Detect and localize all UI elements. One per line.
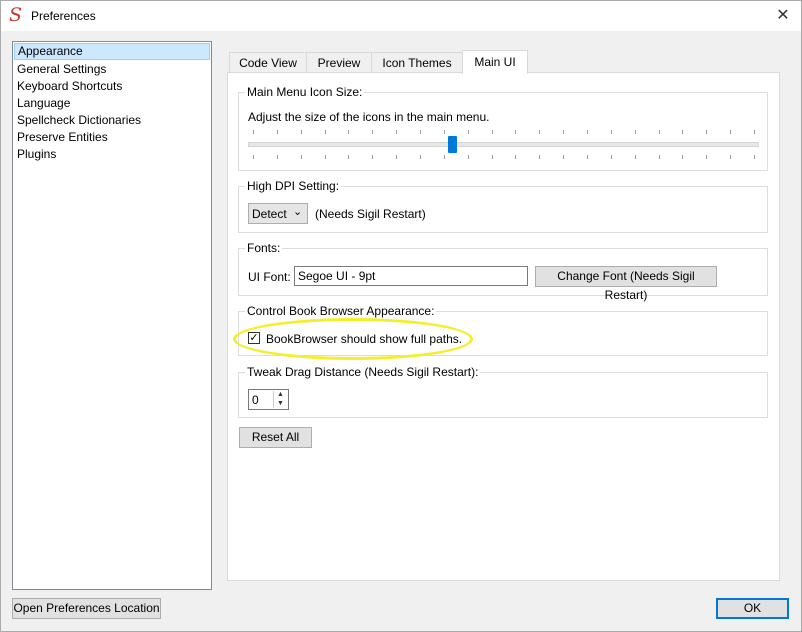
slider-tick [468, 130, 469, 134]
ok-button[interactable]: OK [716, 598, 789, 619]
spin-up-arrow-icon[interactable]: ▲ [274, 391, 287, 399]
slider-tick [587, 155, 588, 159]
icon-size-description: Adjust the size of the icons in the main… [248, 110, 490, 124]
high-dpi-title: High DPI Setting: [245, 179, 342, 193]
annotation-highlight-ellipse [233, 318, 473, 360]
icon-size-slider-thumb[interactable] [448, 136, 457, 153]
slider-tick [515, 155, 516, 159]
slider-tick [420, 155, 421, 159]
icon-size-slider-track[interactable] [248, 142, 759, 147]
open-preferences-location-button[interactable]: Open Preferences Location [12, 598, 161, 619]
slider-tick [515, 130, 516, 134]
tab-main-ui[interactable]: Main UI [462, 50, 528, 74]
slider-tick [277, 130, 278, 134]
slider-tick [659, 130, 660, 134]
slider-tick [372, 155, 373, 159]
slider-tick [492, 155, 493, 159]
slider-tick [372, 130, 373, 134]
slider-tick [325, 155, 326, 159]
slider-tick [396, 155, 397, 159]
chevron-down-icon: ⌄ [293, 206, 303, 218]
spin-down-arrow-icon[interactable]: ▼ [274, 400, 287, 408]
tab-preview[interactable]: Preview [306, 52, 372, 73]
close-window-button[interactable]: ✕ [765, 1, 801, 31]
slider-tick [539, 130, 540, 134]
slider-tick [468, 155, 469, 159]
tweak-drag-title: Tweak Drag Distance (Needs Sigil Restart… [245, 365, 481, 379]
slider-tick [730, 155, 731, 159]
slider-tick [682, 155, 683, 159]
tab-icon-themes[interactable]: Icon Themes [371, 52, 463, 73]
category-list: Appearance General Settings Keyboard Sho… [12, 41, 212, 590]
title-bar: S Preferences ✕ [1, 1, 801, 31]
spin-buttons: ▲ ▼ [273, 391, 287, 408]
slider-tick [563, 130, 564, 134]
sidebar-item-preserve-entities[interactable]: Preserve Entities [14, 129, 210, 146]
main-menu-icon-size-title: Main Menu Icon Size: [245, 85, 365, 99]
slider-tick [659, 155, 660, 159]
fonts-title: Fonts: [245, 241, 283, 255]
ui-font-label: UI Font: [248, 270, 291, 284]
slider-tick [611, 130, 612, 134]
tab-code-view[interactable]: Code View [229, 52, 307, 73]
slider-tick [348, 155, 349, 159]
slider-tick [754, 155, 755, 159]
slider-tick [301, 130, 302, 134]
slider-tick [277, 155, 278, 159]
main-menu-icon-size-group [238, 92, 768, 171]
slider-tick [730, 130, 731, 134]
high-dpi-combo-value: Detect [252, 207, 287, 221]
slider-tick [754, 130, 755, 134]
window-title: Preferences [31, 9, 96, 23]
slider-tick [444, 130, 445, 134]
slider-tick [444, 155, 445, 159]
drag-distance-value: 0 [252, 393, 259, 407]
slider-tick [635, 155, 636, 159]
slider-tick [253, 155, 254, 159]
slider-tick [635, 130, 636, 134]
slider-tick [682, 130, 683, 134]
slider-tick [420, 130, 421, 134]
sidebar-item-language[interactable]: Language [14, 95, 210, 112]
drag-distance-spinbox[interactable]: 0 ▲ ▼ [248, 389, 289, 410]
sigil-app-icon: S [9, 4, 23, 26]
slider-tick [587, 130, 588, 134]
slider-tick [396, 130, 397, 134]
sidebar-item-general-settings[interactable]: General Settings [14, 61, 210, 78]
sidebar-item-spellcheck-dictionaries[interactable]: Spellcheck Dictionaries [14, 112, 210, 129]
slider-tick [563, 155, 564, 159]
slider-tick [706, 130, 707, 134]
sidebar-item-keyboard-shortcuts[interactable]: Keyboard Shortcuts [14, 78, 210, 95]
slider-tick [492, 130, 493, 134]
slider-tick [348, 130, 349, 134]
ui-font-field[interactable] [294, 266, 528, 286]
slider-tick [539, 155, 540, 159]
slider-tick [253, 130, 254, 134]
sidebar-item-appearance[interactable]: Appearance [14, 43, 210, 60]
book-browser-title: Control Book Browser Appearance: [245, 304, 437, 318]
slider-tick [325, 130, 326, 134]
change-font-button[interactable]: Change Font (Needs Sigil Restart) [535, 266, 717, 302]
reset-all-button[interactable]: Reset All [239, 427, 312, 448]
sidebar-item-plugins[interactable]: Plugins [14, 146, 210, 163]
slider-tick [301, 155, 302, 159]
slider-tick [611, 155, 612, 159]
slider-tick [706, 155, 707, 159]
high-dpi-note: (Needs Sigil Restart) [315, 207, 426, 221]
high-dpi-combo[interactable]: Detect ⌄ [248, 203, 308, 224]
